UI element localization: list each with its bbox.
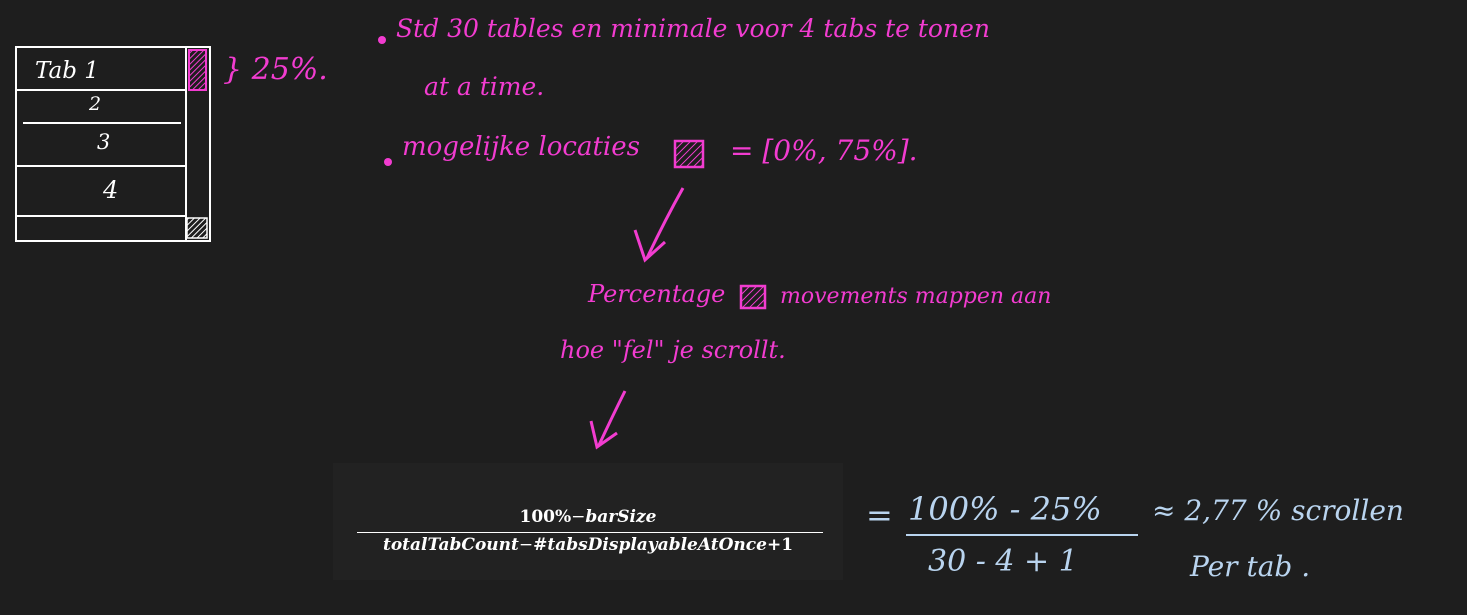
formula-denominator: totalTabCount−#tabsDisplayableAtOnce+1 (333, 535, 843, 555)
result-equals: = (866, 496, 893, 534)
formula-box: 100%−barSize totalTabCount−#tabsDisplaya… (333, 463, 843, 580)
thumb-hatch-icon (673, 139, 705, 169)
tab-label-3: 3 (97, 130, 111, 154)
result-numerator: 100% - 25% (908, 490, 1102, 528)
formula-denominator-minus: − (518, 535, 534, 555)
bullet (384, 158, 392, 166)
result-approx: ≈ 2,77 % scrollen (1152, 494, 1404, 527)
fraction-bar (357, 532, 823, 533)
bar-size-label: } 25%. (223, 52, 328, 87)
formula-numerator-var: barSize (585, 507, 657, 527)
scrollbar-thumb (188, 49, 207, 91)
bullet (378, 36, 386, 44)
arrow-down-left-icon (589, 390, 627, 450)
formula-numerator-pct: 100% (519, 507, 572, 527)
formula-denominator-var1: totalTabCount (382, 535, 519, 555)
tab-label-2: 2 (89, 93, 102, 115)
arrow-down-left-icon (633, 187, 685, 263)
note-line-5: hoe "fel" je scrollt. (560, 336, 786, 364)
note-line-1: Std 30 tables en minimale voor 4 tabs te… (396, 14, 990, 43)
result-denominator: 30 - 4 + 1 (928, 544, 1078, 579)
formula-numerator: 100%−barSize (333, 507, 843, 527)
note-line-2: at a time. (424, 72, 545, 101)
formula-fraction: 100%−barSize totalTabCount−#tabsDisplaya… (333, 463, 843, 580)
formula-numerator-minus: − (571, 507, 586, 527)
note-line-4: Percentage (588, 280, 726, 308)
tab-label-1: Tab 1 (35, 58, 99, 84)
tab-widget-sketch: Tab 1 2 3 4 (15, 46, 211, 242)
note-line-4-rest: movements mappen aan (780, 284, 1052, 309)
thumb-hatch-icon (739, 284, 767, 310)
formula-denominator-var2: #tabsDisplayableAtOnce (533, 535, 767, 555)
result-fraction-bar (906, 534, 1138, 536)
note-line-3: mogelijke locaties (402, 132, 640, 162)
result-per-tab: Per tab . (1190, 550, 1311, 583)
note-line-3-range: = [0%, 75%]. (730, 134, 918, 167)
formula-denominator-plus: +1 (766, 535, 794, 555)
scrollbar-end-thumb (186, 217, 208, 239)
tab-label-4: 4 (103, 176, 119, 204)
